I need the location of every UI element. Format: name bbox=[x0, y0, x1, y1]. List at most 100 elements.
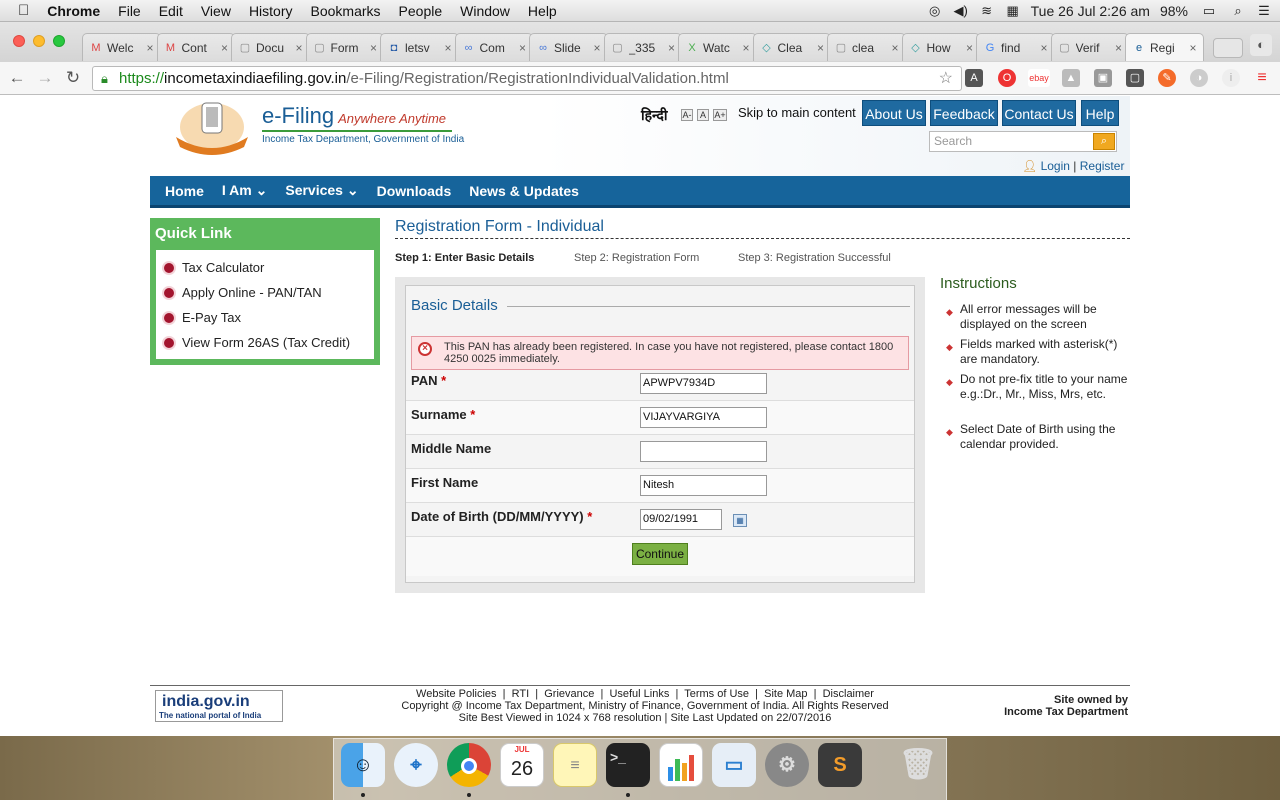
close-tab-icon[interactable]: × bbox=[966, 41, 973, 55]
quick-link-item[interactable]: E-Pay Tax bbox=[162, 310, 241, 325]
notes-icon[interactable]: ≡ bbox=[553, 743, 597, 787]
browser-tab[interactable]: ◇ How × bbox=[901, 33, 980, 61]
profile-icon[interactable]: ◐ bbox=[1250, 34, 1272, 56]
minimize-window-icon[interactable] bbox=[33, 35, 45, 47]
browser-tab[interactable]: e Regi × bbox=[1125, 33, 1204, 61]
nav-services[interactable]: Services ⌄ bbox=[285, 182, 358, 199]
close-tab-icon[interactable]: × bbox=[668, 41, 675, 55]
close-tab-icon[interactable]: × bbox=[221, 41, 228, 55]
chrome-menu-icon[interactable]: ≡ bbox=[1253, 69, 1271, 87]
quick-link-item[interactable]: Apply Online - PAN/TAN bbox=[162, 285, 322, 300]
lock-icon[interactable]: 🔒︎ bbox=[101, 67, 108, 90]
app-menu[interactable]: Chrome bbox=[38, 3, 109, 19]
close-tab-icon[interactable]: × bbox=[295, 41, 302, 55]
terminal-icon[interactable]: >_ bbox=[606, 743, 650, 787]
browser-tab[interactable]: ▢ Verif × bbox=[1050, 33, 1129, 61]
sublime-text-icon[interactable]: S bbox=[818, 743, 862, 787]
middle-name-field[interactable] bbox=[640, 441, 767, 462]
browser-tab[interactable]: M Welc × bbox=[82, 33, 161, 61]
continue-button[interactable]: Continue bbox=[632, 543, 688, 565]
address-bar[interactable]: 🔒︎ https://incometaxindiaefiling.gov.in/e… bbox=[92, 66, 962, 91]
angular-extension-icon[interactable]: A bbox=[965, 69, 983, 87]
calendar-icon[interactable]: ▦ bbox=[733, 514, 747, 527]
browser-tab[interactable]: ◘ letsv × bbox=[380, 33, 459, 61]
forward-icon[interactable]: → bbox=[34, 67, 56, 89]
close-tab-icon[interactable]: × bbox=[817, 41, 824, 55]
notification-center-icon[interactable]: ☰ bbox=[1256, 4, 1272, 18]
extension-icon[interactable]: ▣ bbox=[1094, 69, 1112, 87]
extension-icon[interactable]: i bbox=[1222, 69, 1240, 87]
bookmark-star-icon[interactable]: ☆ bbox=[939, 67, 953, 90]
menu-file[interactable]: File bbox=[109, 3, 150, 19]
menu-window[interactable]: Window bbox=[451, 3, 519, 19]
reload-icon[interactable]: ↻ bbox=[62, 67, 84, 89]
browser-tab[interactable]: X Watc × bbox=[678, 33, 757, 61]
numbers-icon[interactable] bbox=[659, 743, 703, 787]
keynote-icon[interactable]: ▭ bbox=[712, 743, 756, 787]
close-tab-icon[interactable]: × bbox=[444, 41, 451, 55]
keyboard-icon[interactable]: ▦ bbox=[1005, 4, 1021, 18]
search-icon[interactable]: ⌕ bbox=[1093, 133, 1115, 150]
nav-downloads[interactable]: Downloads bbox=[377, 183, 452, 199]
close-tab-icon[interactable]: × bbox=[1040, 41, 1047, 55]
quick-link-item[interactable]: Tax Calculator bbox=[162, 260, 264, 275]
new-tab-button[interactable] bbox=[1213, 38, 1243, 58]
browser-tab[interactable]: Gfind × bbox=[976, 33, 1055, 61]
browser-tab[interactable]: ▢ Form × bbox=[305, 33, 384, 61]
extension-icon[interactable]: ▲ bbox=[1062, 69, 1080, 87]
browser-tab[interactable]: ▢ _335 × bbox=[603, 33, 682, 61]
browser-tab[interactable]: ▢ Docu × bbox=[231, 33, 310, 61]
font-size-normal[interactable]: A bbox=[697, 109, 709, 121]
menu-history[interactable]: History bbox=[240, 3, 302, 19]
close-tab-icon[interactable]: × bbox=[146, 41, 153, 55]
menu-view[interactable]: View bbox=[192, 3, 240, 19]
india-gov-logo[interactable]: india.gov.in The national portal of Indi… bbox=[155, 690, 283, 722]
close-window-icon[interactable] bbox=[13, 35, 25, 47]
browser-tab[interactable]: ∞ Com × bbox=[454, 33, 533, 61]
browser-tab[interactable]: ▢ clea × bbox=[827, 33, 906, 61]
menu-help[interactable]: Help bbox=[519, 3, 566, 19]
headphones-icon[interactable]: ◎ bbox=[927, 4, 943, 18]
back-icon[interactable]: ← bbox=[6, 67, 28, 89]
help-button[interactable]: Help bbox=[1081, 100, 1119, 126]
login-link[interactable]: Login bbox=[1041, 159, 1070, 173]
apple-menu-icon[interactable]:  bbox=[0, 2, 38, 19]
surname-field[interactable]: VIJAYVARGIYA bbox=[640, 407, 767, 428]
browser-tab[interactable]: ◇ Clea × bbox=[752, 33, 831, 61]
trash-icon[interactable]: 🗑︎ bbox=[896, 743, 940, 787]
contact-us-button[interactable]: Contact Us bbox=[1002, 100, 1076, 126]
calendar-icon[interactable]: JUL 26 bbox=[500, 743, 544, 787]
nav-i-am[interactable]: I Am ⌄ bbox=[222, 182, 267, 199]
nav-news-updates[interactable]: News & Updates bbox=[469, 183, 579, 199]
safari-icon[interactable]: ⌖ bbox=[394, 743, 438, 787]
pan-field[interactable]: APWPV7934D bbox=[640, 373, 767, 394]
close-tab-icon[interactable]: × bbox=[370, 41, 377, 55]
font-size-increase[interactable]: A+ bbox=[713, 109, 727, 121]
nav-home[interactable]: Home bbox=[165, 183, 204, 199]
zoom-window-icon[interactable] bbox=[53, 35, 65, 47]
wifi-icon[interactable]: ≋ bbox=[979, 4, 995, 18]
spotlight-search-icon[interactable]: ⌕ bbox=[1230, 4, 1246, 18]
site-search-input[interactable]: Search bbox=[929, 131, 1117, 152]
dob-field[interactable]: 09/02/1991 bbox=[640, 509, 722, 530]
extension-icon[interactable]: ✎ bbox=[1158, 69, 1176, 87]
browser-tab[interactable]: ∞ Slide × bbox=[529, 33, 608, 61]
volume-icon[interactable]: ◀) bbox=[953, 4, 969, 18]
close-tab-icon[interactable]: × bbox=[891, 41, 898, 55]
skip-to-main-link[interactable]: Skip to main content bbox=[738, 105, 856, 120]
menu-edit[interactable]: Edit bbox=[150, 3, 192, 19]
opera-extension-icon[interactable]: O bbox=[998, 69, 1016, 87]
chrome-icon[interactable] bbox=[447, 743, 491, 787]
menu-people[interactable]: People bbox=[390, 3, 452, 19]
battery-icon[interactable]: ▭ bbox=[1198, 4, 1220, 18]
register-link[interactable]: Register bbox=[1080, 159, 1125, 173]
extension-icon[interactable]: ◑ bbox=[1190, 69, 1208, 87]
clock[interactable]: Tue 26 Jul 2:26 am bbox=[1031, 3, 1150, 19]
close-tab-icon[interactable]: × bbox=[1189, 41, 1196, 55]
extension-icon[interactable]: ▢ bbox=[1126, 69, 1144, 87]
close-tab-icon[interactable]: × bbox=[519, 41, 526, 55]
system-preferences-icon[interactable]: ⚙ bbox=[765, 743, 809, 787]
ebay-extension-icon[interactable]: ebay bbox=[1028, 69, 1050, 87]
hindi-language-link[interactable]: हिन्दी bbox=[641, 106, 667, 125]
first-name-field[interactable]: Nitesh bbox=[640, 475, 767, 496]
